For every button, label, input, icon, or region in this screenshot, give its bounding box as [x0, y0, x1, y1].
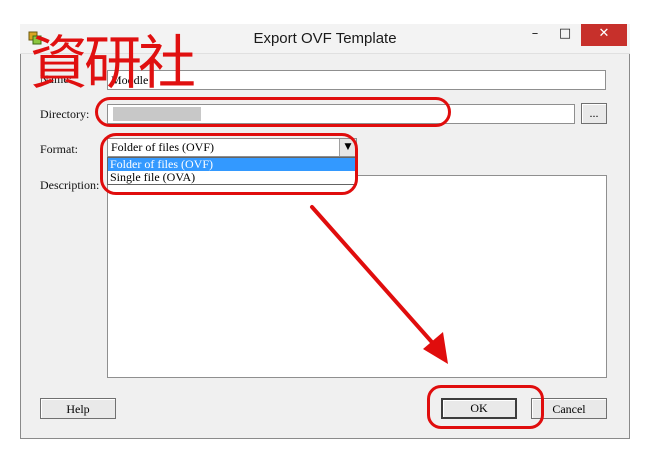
- annotation-arrow: [310, 205, 448, 364]
